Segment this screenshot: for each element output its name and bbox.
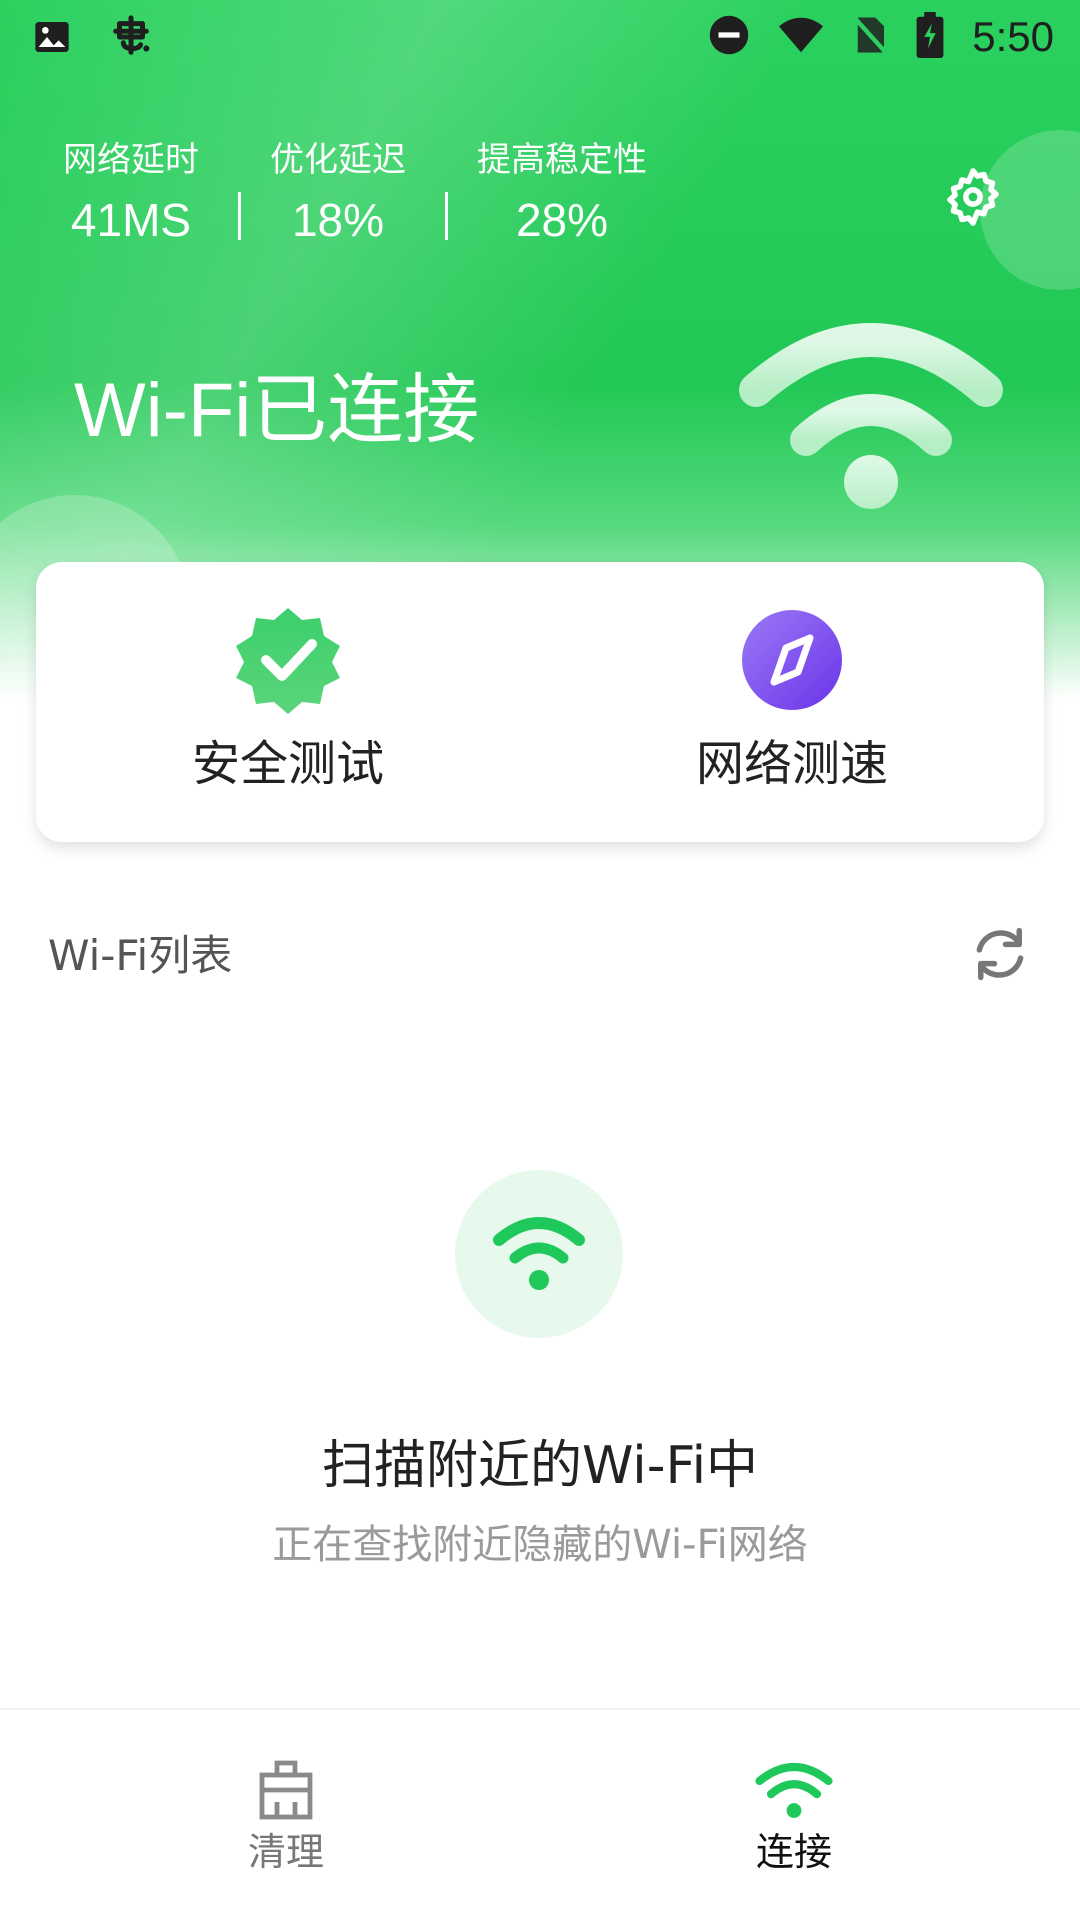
nav-label: 连接 xyxy=(755,1830,832,1874)
gear-icon xyxy=(940,164,1006,234)
status-bar: 5:50 xyxy=(0,0,1080,76)
do-not-disturb-icon xyxy=(708,14,750,60)
wifi-signal-icon xyxy=(778,14,824,60)
security-test-button[interactable]: 安全测试 xyxy=(36,562,540,842)
no-sim-icon xyxy=(852,14,888,60)
scanning-indicator xyxy=(455,1170,623,1338)
scanning-subtitle: 正在查找附近隐藏的Wi-Fi网络 xyxy=(272,1522,808,1568)
stat-optimize-delay: 优化延迟 18% xyxy=(267,140,409,246)
wifi-list-title: Wi-Fi列表 xyxy=(48,931,233,980)
stat-label: 网络延时 xyxy=(63,140,199,180)
stat-latency: 网络延时 41MS xyxy=(60,140,202,246)
wifi-icon xyxy=(491,1210,587,1298)
shield-check-icon xyxy=(230,602,346,718)
stat-value: 18% xyxy=(291,194,385,246)
scanning-title: 扫描附近的Wi-Fi中 xyxy=(321,1436,759,1496)
broom-icon xyxy=(246,1752,326,1828)
network-stats: 网络延时 41MS 优化延迟 18% 提高稳定性 28% xyxy=(60,140,650,246)
stat-divider xyxy=(445,192,448,240)
action-label: 安全测试 xyxy=(191,736,384,792)
clock: 5:50 xyxy=(972,13,1054,60)
nav-tab-clean[interactable]: 清理 xyxy=(16,1710,556,1920)
stat-value: 28% xyxy=(515,194,609,246)
wifi-large-icon xyxy=(736,300,1006,540)
stat-value: 41MS xyxy=(70,194,192,246)
stat-label: 优化延迟 xyxy=(270,140,406,180)
nav-label: 清理 xyxy=(247,1830,324,1874)
bottom-navigation: 清理 连接 xyxy=(0,1708,1080,1920)
nav-tab-connect[interactable]: 连接 xyxy=(524,1710,1064,1920)
stat-divider xyxy=(238,192,241,240)
connection-status-title: Wi-Fi已连接 xyxy=(74,368,480,453)
app-screen: 5:50 网络延时 41MS 优化延迟 18% 提高稳定性 28% Wi-Fi已… xyxy=(0,0,1080,1920)
battery-charging-icon xyxy=(916,12,944,62)
quick-actions-card: 安全测试 网络测速 xyxy=(36,562,1044,842)
refresh-icon xyxy=(967,921,1033,991)
stat-stability: 提高稳定性 28% xyxy=(474,140,650,246)
action-label: 网络测速 xyxy=(695,736,888,792)
speed-test-button[interactable]: 网络测速 xyxy=(540,562,1044,842)
refresh-button[interactable] xyxy=(964,920,1036,992)
compass-icon xyxy=(734,602,850,718)
app-bug-icon xyxy=(108,14,154,64)
settings-button[interactable] xyxy=(938,164,1008,234)
image-icon xyxy=(32,17,72,61)
wifi-icon xyxy=(754,1752,834,1828)
stat-label: 提高稳定性 xyxy=(477,140,647,180)
